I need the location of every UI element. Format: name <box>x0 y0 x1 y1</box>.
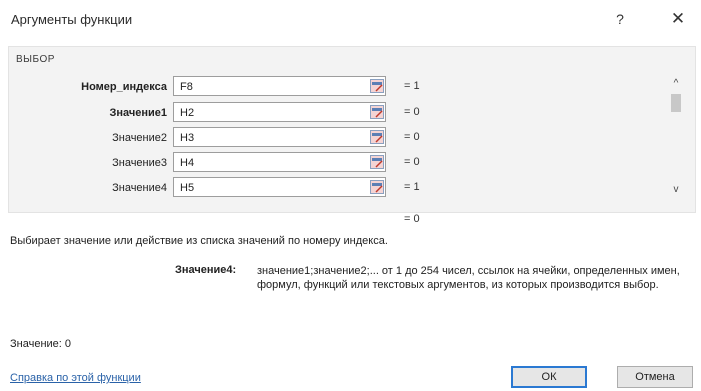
ok-button[interactable]: ОК <box>511 366 587 388</box>
collapse-dialog-icon[interactable] <box>370 105 384 119</box>
argument-help-name: Значение4: <box>175 264 237 276</box>
argument-label: Значение3 <box>112 157 167 169</box>
argument-label: Номер_индекса <box>81 81 167 93</box>
dialog-title: Аргументы функции <box>11 12 133 27</box>
formula-result: = 0 <box>404 213 420 225</box>
argument-input[interactable]: F8 <box>173 76 386 96</box>
function-description: Выбирает значение или действие из списка… <box>10 235 388 247</box>
argument-result: = 0 <box>404 106 420 118</box>
result-value: Значение: 0 <box>10 338 72 350</box>
argument-row: Значение4 H5 = 1 <box>0 177 701 201</box>
argument-row: Значение3 H4 = 0 <box>0 152 701 176</box>
scroll-up-icon[interactable]: ^ <box>668 78 684 89</box>
argument-result: = 0 <box>404 156 420 168</box>
argument-result: = 0 <box>404 131 420 143</box>
function-help-link[interactable]: Справка по этой функции <box>10 372 141 384</box>
argument-label: Значение4 <box>112 182 167 194</box>
collapse-dialog-icon[interactable] <box>370 79 384 93</box>
collapse-dialog-icon[interactable] <box>370 130 384 144</box>
argument-row: Номер_индекса F8 = 1 <box>0 76 701 100</box>
argument-input[interactable]: H3 <box>173 127 386 147</box>
argument-label: Значение2 <box>112 132 167 144</box>
argument-row: Значение2 H3 = 0 <box>0 127 701 151</box>
argument-input[interactable]: H2 <box>173 102 386 122</box>
argument-help-text: значение1;значение2;... от 1 до 254 чисе… <box>257 265 680 291</box>
close-button[interactable]: ✕ <box>665 6 691 32</box>
argument-row: Значение1 H2 = 0 <box>0 102 701 126</box>
cancel-button[interactable]: Отмена <box>617 366 693 388</box>
argument-result: = 1 <box>404 80 420 92</box>
argument-label: Значение1 <box>109 107 167 119</box>
scroll-thumb[interactable] <box>671 94 681 112</box>
function-name: ВЫБОР <box>16 54 55 65</box>
arguments-scrollbar[interactable]: ^ v <box>668 74 684 204</box>
argument-input[interactable]: H5 <box>173 177 386 197</box>
argument-result: = 1 <box>404 181 420 193</box>
scroll-down-icon[interactable]: v <box>668 184 684 195</box>
collapse-dialog-icon[interactable] <box>370 155 384 169</box>
title-bar: Аргументы функции ? ✕ <box>0 0 701 38</box>
collapse-dialog-icon[interactable] <box>370 180 384 194</box>
argument-input[interactable]: H4 <box>173 152 386 172</box>
help-button[interactable]: ? <box>608 8 632 30</box>
